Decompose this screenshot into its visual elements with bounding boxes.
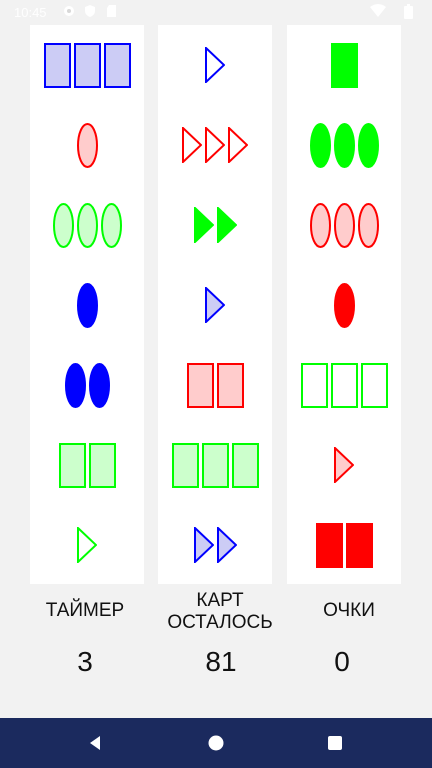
card[interactable] xyxy=(30,345,144,425)
oval-symbol xyxy=(76,282,98,328)
oval-symbol xyxy=(333,202,355,248)
oval-symbol xyxy=(88,362,110,408)
timer-label: ТАЙМЕР xyxy=(45,600,125,621)
card-column-3 xyxy=(287,25,401,584)
card-column-2 xyxy=(158,25,272,584)
oval-symbol xyxy=(52,202,74,248)
cards-left-value: 81 xyxy=(205,646,237,677)
battery-icon xyxy=(404,4,413,22)
triangle-symbol xyxy=(193,207,214,243)
rectangle-symbol xyxy=(315,522,343,568)
rectangle-symbol xyxy=(216,362,244,408)
card[interactable] xyxy=(158,505,272,585)
oval-symbol xyxy=(333,122,355,168)
card[interactable] xyxy=(158,185,272,265)
card[interactable] xyxy=(158,265,272,345)
card[interactable] xyxy=(30,185,144,265)
triangle-symbol xyxy=(193,527,214,563)
card[interactable] xyxy=(30,425,144,505)
rectangle-symbol xyxy=(73,42,101,88)
back-icon[interactable] xyxy=(80,728,110,758)
cards-left-label: КАРТ ОСТАЛОСЬ xyxy=(150,590,290,634)
rectangle-symbol xyxy=(171,442,199,488)
card-column-1 xyxy=(30,25,144,584)
rectangle-symbol xyxy=(345,522,373,568)
home-icon[interactable] xyxy=(201,728,231,758)
card[interactable] xyxy=(158,105,272,185)
cards-left-label-line2: ОСТАЛОСЬ xyxy=(167,612,273,633)
status-time: 10:45 xyxy=(14,5,47,20)
rectangle-symbol xyxy=(231,442,259,488)
card[interactable] xyxy=(30,505,144,585)
rectangle-symbol xyxy=(43,42,71,88)
card[interactable] xyxy=(30,25,144,105)
recents-icon[interactable] xyxy=(320,728,350,758)
timer-value: 3 xyxy=(77,646,93,677)
score-label: ОЧКИ xyxy=(323,600,375,621)
oval-symbol xyxy=(357,122,379,168)
card[interactable] xyxy=(30,265,144,345)
rectangle-symbol xyxy=(330,42,358,88)
oval-symbol xyxy=(309,202,331,248)
card[interactable] xyxy=(158,425,272,505)
oval-symbol xyxy=(64,362,86,408)
triangle-symbol xyxy=(334,447,354,483)
rectangle-symbol xyxy=(88,442,116,488)
triangle-symbol xyxy=(205,127,225,163)
oval-symbol xyxy=(100,202,122,248)
triangle-symbol xyxy=(77,527,97,563)
shield-icon xyxy=(84,4,96,21)
rectangle-symbol xyxy=(300,362,328,408)
card[interactable] xyxy=(287,185,401,265)
triangle-symbol xyxy=(216,527,237,563)
triangle-symbol xyxy=(182,127,202,163)
triangle-symbol xyxy=(228,127,248,163)
rectangle-symbol xyxy=(58,442,86,488)
oval-symbol xyxy=(309,122,331,168)
oval-symbol xyxy=(357,202,379,248)
rectangle-symbol xyxy=(360,362,388,408)
rectangle-symbol xyxy=(330,362,358,408)
triangle-symbol xyxy=(205,287,225,323)
card[interactable] xyxy=(287,345,401,425)
card[interactable] xyxy=(287,425,401,505)
sd-card-icon xyxy=(106,4,117,21)
rectangle-symbol xyxy=(103,42,131,88)
oval-symbol xyxy=(333,282,355,328)
rectangle-symbol xyxy=(201,442,229,488)
oval-symbol xyxy=(76,122,98,168)
status-bar: 10:45 xyxy=(0,0,432,24)
card[interactable] xyxy=(30,105,144,185)
card[interactable] xyxy=(287,25,401,105)
oval-symbol xyxy=(76,202,98,248)
rectangle-symbol xyxy=(186,362,214,408)
gear-icon xyxy=(62,4,76,21)
score-value: 0 xyxy=(334,646,350,677)
navigation-bar xyxy=(0,718,432,768)
wifi-icon xyxy=(370,4,386,21)
card[interactable] xyxy=(158,345,272,425)
triangle-symbol xyxy=(205,47,225,83)
card[interactable] xyxy=(287,265,401,345)
card[interactable] xyxy=(287,505,401,585)
triangle-symbol xyxy=(216,207,237,243)
card[interactable] xyxy=(287,105,401,185)
cards-left-label-line1: КАРТ xyxy=(196,590,244,611)
card[interactable] xyxy=(158,25,272,105)
